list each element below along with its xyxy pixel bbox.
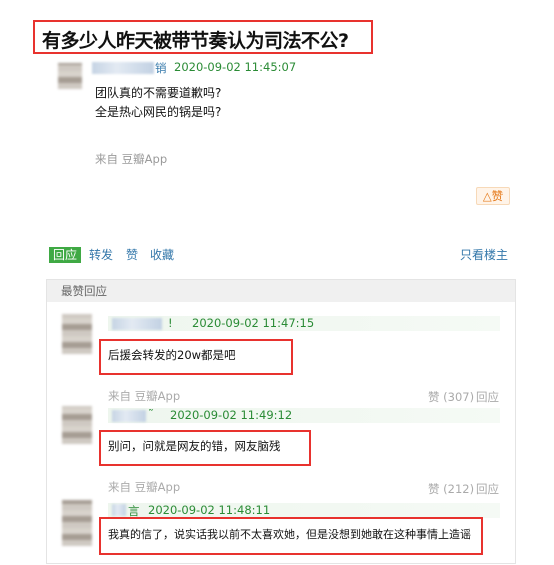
reply-1-source: 来自 豆瓣App [108,389,181,403]
post-title: 有多少人昨天被带节奏认为司法不公? [42,30,349,52]
top-replies-header: 最赞回应 [47,280,515,302]
reply-2-timestamp: 2020-09-02 11:49:12 [170,408,293,422]
reply-1-name-suffix[interactable]: ! [168,316,173,330]
reply-2-meta-strip [108,408,500,423]
reply-1-name-blurred[interactable] [112,318,162,330]
reply-3-timestamp: 2020-09-02 11:48:11 [148,503,271,517]
reply-1-reply-link[interactable]: 回应 [476,389,499,405]
reply-label[interactable]: 回应 [49,247,82,263]
reply-action-tag[interactable]: 回应 [49,246,82,263]
post-source: 来自 豆瓣App [95,152,168,166]
like-button[interactable]: △赞 [476,187,510,205]
repost-link[interactable]: 转发 [89,246,113,263]
collect-link[interactable]: 收藏 [150,246,174,263]
only-op-link[interactable]: 只看楼主 [460,246,508,263]
author-name-suffix[interactable]: 销 [155,60,167,76]
author-avatar[interactable] [58,63,82,89]
reply-2-avatar[interactable] [62,406,92,444]
reply-3-name-blurred[interactable] [112,504,126,516]
reply-2-text: 别问，问就是网友的错，网友脑残 [108,439,281,453]
reply-2-like-count[interactable]: 赞 (212) [428,481,474,497]
reply-3-avatar[interactable] [62,500,92,546]
author-name-blurred[interactable] [92,62,154,74]
post-line-2: 全是热心网民的锅是吗? [95,105,222,119]
reply-2-reply-link[interactable]: 回应 [476,481,499,497]
reply-1-timestamp: 2020-09-02 11:47:15 [192,316,315,330]
like-link[interactable]: 赞 [126,246,138,263]
reply-2-name-blurred[interactable] [112,410,146,422]
reply-3-text: 我真的信了，说实话我以前不太喜欢她，但是没想到她敢在这种事情上造谣 [108,528,471,541]
reply-1-text: 后援会转发的20w都是吧 [108,348,236,362]
reply-1-avatar[interactable] [62,314,92,354]
post-timestamp: 2020-09-02 11:45:07 [174,60,297,74]
reply-2-source: 来自 豆瓣App [108,480,181,494]
reply-1-like-count[interactable]: 赞 (307) [428,389,474,405]
reply-2-name-suffix[interactable]: ˜ [148,407,154,421]
post-line-1: 团队真的不需要道歉吗? [95,86,222,100]
